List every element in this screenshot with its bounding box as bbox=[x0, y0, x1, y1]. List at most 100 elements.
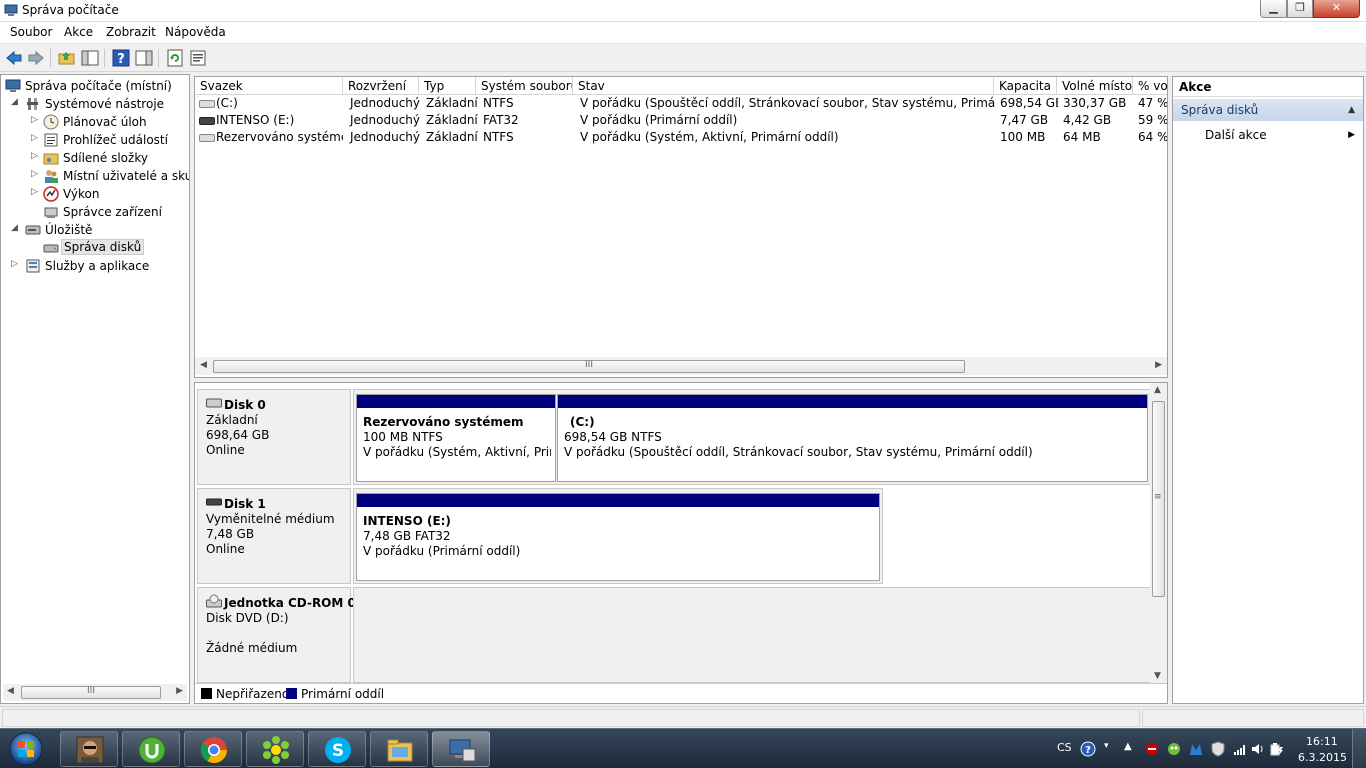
column-header-type[interactable]: Typ bbox=[419, 77, 476, 95]
expand-arrow-icon[interactable]: ▷ bbox=[31, 133, 41, 143]
partition-system-reserved[interactable]: Rezervováno systémem 100 MB NTFS V pořád… bbox=[356, 394, 556, 482]
close-button[interactable]: ✕ bbox=[1313, 0, 1360, 18]
menu-view[interactable]: Zobrazit bbox=[106, 25, 156, 39]
minimize-button[interactable]: ▁ bbox=[1260, 0, 1287, 18]
network-monitor-tray-icon[interactable] bbox=[1166, 741, 1182, 757]
show-hide-tree-icon[interactable] bbox=[80, 48, 100, 68]
tree-item-disk-management[interactable]: Správa disků bbox=[3, 239, 189, 257]
volume-icon[interactable] bbox=[1250, 741, 1266, 757]
expand-arrow-icon[interactable]: ▷ bbox=[31, 169, 41, 179]
collapse-arrow-icon[interactable]: ◢ bbox=[11, 223, 21, 233]
antivirus-shield-tray-icon[interactable] bbox=[1210, 741, 1226, 757]
submenu-arrow-icon: ▶ bbox=[1348, 130, 1355, 140]
scroll-thumb[interactable]: III bbox=[213, 360, 965, 373]
expand-arrow-icon[interactable]: ▷ bbox=[31, 115, 41, 125]
start-button[interactable] bbox=[2, 730, 50, 768]
clock-time[interactable]: 16:11 bbox=[1306, 735, 1338, 748]
antivirus-tray-icon[interactable] bbox=[1144, 741, 1160, 757]
scroll-down-arrow-icon[interactable]: ▼ bbox=[1154, 671, 1161, 681]
volume-free-space: 330,37 GB bbox=[1063, 96, 1127, 110]
scroll-right-arrow-icon[interactable]: ▶ bbox=[1155, 360, 1162, 370]
column-header-capacity[interactable]: Kapacita bbox=[994, 77, 1057, 95]
collapse-up-icon[interactable]: ▲ bbox=[1348, 99, 1355, 121]
back-icon[interactable] bbox=[4, 48, 24, 68]
cdrom-0-label[interactable]: Jednotka CD-ROM 0 Disk DVD (D:) Žádné mé… bbox=[197, 587, 356, 683]
expand-arrow-icon[interactable]: ▷ bbox=[31, 187, 41, 197]
action-section-disk-management[interactable]: Správa disků ▲ bbox=[1173, 99, 1363, 121]
menu-file[interactable]: Soubor bbox=[10, 25, 52, 39]
help-tray-icon[interactable]: ? bbox=[1080, 741, 1096, 757]
tree-item-shared-folders[interactable]: ▷ Sdílené složky bbox=[3, 149, 189, 167]
properties-icon[interactable] bbox=[188, 48, 208, 68]
power-icon[interactable] bbox=[1268, 741, 1284, 757]
scroll-left-arrow-icon[interactable]: ◀ bbox=[7, 686, 14, 696]
tree-item-computer-management[interactable]: Správa počítače (místní) bbox=[3, 77, 189, 95]
maximize-button[interactable]: ❐ bbox=[1287, 0, 1313, 18]
tree-item-device-manager[interactable]: Správce zařízení bbox=[3, 203, 189, 221]
primary-partition-bar bbox=[558, 395, 1147, 408]
column-header-volume[interactable]: Svazek bbox=[195, 77, 343, 95]
help-icon[interactable]: ? bbox=[111, 48, 131, 68]
scroll-thumb[interactable]: III bbox=[21, 686, 161, 699]
taskbar-app-icq[interactable] bbox=[246, 731, 304, 767]
show-hidden-icons-icon[interactable]: ▲ bbox=[1124, 741, 1132, 752]
scroll-right-arrow-icon[interactable]: ▶ bbox=[176, 686, 183, 696]
partition-status: V pořádku (Systém, Aktivní, Primární odd… bbox=[363, 445, 551, 459]
event-viewer-icon bbox=[44, 133, 58, 147]
column-header-free-space[interactable]: Volné místo bbox=[1057, 77, 1133, 95]
table-row[interactable]: Rezervováno systémem Jednoduchý Základní… bbox=[195, 129, 1167, 146]
column-header-status[interactable]: Stav bbox=[573, 77, 994, 95]
partition-name: INTENSO (E:) bbox=[363, 514, 451, 528]
wifi-signal-icon[interactable] bbox=[1232, 741, 1248, 757]
column-header-percent-free[interactable]: % vol bbox=[1133, 77, 1167, 95]
scroll-up-arrow-icon[interactable]: ▲ bbox=[1154, 385, 1161, 395]
tree-item-storage[interactable]: ◢ Úložiště bbox=[3, 221, 189, 239]
partition-name: (C:) bbox=[570, 415, 595, 429]
tree-item-performance[interactable]: ▷ Výkon bbox=[3, 185, 189, 203]
expand-arrow-icon[interactable]: ▷ bbox=[11, 259, 21, 269]
file-explorer-icon bbox=[387, 739, 413, 762]
partition-c[interactable]: (C:) 698,54 GB NTFS V pořádku (Spouštěcí… bbox=[557, 394, 1148, 482]
volume-list: Svazek Rozvržení Typ Systém souborů Stav… bbox=[194, 76, 1168, 378]
up-folder-icon[interactable] bbox=[57, 48, 77, 68]
show-desktop-button[interactable] bbox=[1352, 729, 1366, 768]
clock-date[interactable]: 6.3.2015 bbox=[1298, 751, 1347, 764]
tree-item-local-users[interactable]: ▷ Místní uživatelé a skupiny bbox=[3, 167, 189, 185]
taskbar-app-computer-management[interactable] bbox=[432, 731, 490, 767]
expand-arrow-icon[interactable]: ▷ bbox=[31, 151, 41, 161]
tree-item-services[interactable]: ▷ Služby a aplikace bbox=[3, 257, 189, 275]
tree-item-task-scheduler[interactable]: ▷ Plánovač úloh bbox=[3, 113, 189, 131]
disk-1-label[interactable]: Disk 1 Vyměnitelné médium 7,48 GB Online bbox=[197, 488, 351, 584]
taskbar-app-user[interactable] bbox=[60, 731, 118, 767]
taskbar-app-explorer[interactable] bbox=[370, 731, 428, 767]
tree-item-event-viewer[interactable]: ▷ Prohlížeč událostí bbox=[3, 131, 189, 149]
menu-action[interactable]: Akce bbox=[64, 25, 93, 39]
column-header-layout[interactable]: Rozvržení bbox=[343, 77, 419, 95]
tree-item-system-tools[interactable]: ◢ Systémové nástroje bbox=[3, 95, 189, 113]
more-actions-item[interactable]: Další akce ▶ bbox=[1173, 125, 1363, 145]
collapse-arrow-icon[interactable]: ◢ bbox=[11, 97, 21, 107]
scroll-thumb[interactable]: ≡ bbox=[1152, 401, 1165, 597]
partition-name: Rezervováno systémem bbox=[363, 415, 524, 429]
volume-type: Základní bbox=[426, 96, 478, 110]
forward-icon[interactable] bbox=[26, 48, 46, 68]
menu-help[interactable]: Nápověda bbox=[165, 25, 226, 39]
taskbar-app-skype[interactable]: S bbox=[308, 731, 366, 767]
scroll-left-arrow-icon[interactable]: ◀ bbox=[200, 360, 207, 370]
table-row[interactable]: INTENSO (E:) Jednoduchý Základní FAT32 V… bbox=[195, 112, 1167, 129]
action-pane-icon[interactable] bbox=[134, 48, 154, 68]
malwarebytes-tray-icon[interactable] bbox=[1188, 741, 1204, 757]
tray-options-icon[interactable]: ▾ bbox=[1104, 741, 1109, 751]
disk-0-label[interactable]: Disk 0 Základní 698,64 GB Online bbox=[197, 389, 351, 485]
language-indicator[interactable]: CS bbox=[1057, 741, 1072, 754]
tree-horizontal-scrollbar[interactable]: ◀ III ▶ bbox=[3, 684, 187, 701]
partition-e[interactable]: INTENSO (E:) 7,48 GB FAT32 V pořádku (Pr… bbox=[356, 493, 880, 581]
column-header-filesystem[interactable]: Systém souborů bbox=[476, 77, 573, 95]
disk-map-vertical-scrollbar[interactable]: ▲ ≡ ▼ bbox=[1150, 383, 1167, 683]
taskbar-app-utorrent[interactable] bbox=[122, 731, 180, 767]
refresh-icon[interactable] bbox=[165, 48, 185, 68]
volume-status: V pořádku (Primární oddíl) bbox=[580, 113, 738, 127]
volume-list-horizontal-scrollbar[interactable]: ◀ III ▶ bbox=[195, 357, 1167, 375]
table-row[interactable]: (C:) Jednoduchý Základní NTFS V pořádku … bbox=[195, 95, 1167, 112]
taskbar-app-chrome[interactable] bbox=[184, 731, 242, 767]
